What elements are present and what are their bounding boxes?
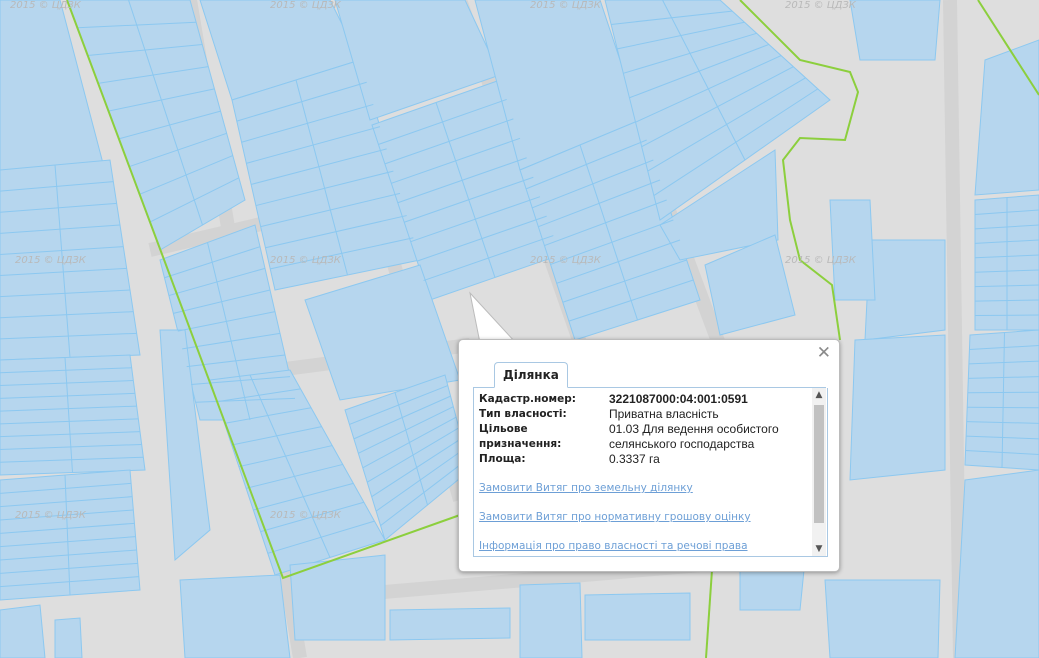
parcel-block xyxy=(824,579,941,658)
parcel-block xyxy=(0,469,141,601)
field-row-area: Площа: 0.3337 га xyxy=(479,452,807,467)
parcel-block xyxy=(179,574,291,658)
parcel-block xyxy=(954,469,1039,658)
tab-parcel[interactable]: Ділянка xyxy=(494,362,568,388)
chevron-up-icon[interactable]: ▲ xyxy=(812,388,826,402)
parcel-details: Кадастр.номер: 3221087000:04:001:0591 Ти… xyxy=(479,392,807,554)
field-row-ownership: Тип власності: Приватна власність xyxy=(479,407,807,422)
field-value: 0.3337 га xyxy=(609,452,660,466)
parcel-block xyxy=(54,617,83,658)
field-row-cadastral: Кадастр.номер: 3221087000:04:001:0591 xyxy=(479,392,807,407)
watermark-text: 2015 © ЦДЗК xyxy=(15,510,87,521)
parcel-block xyxy=(0,604,46,658)
parcel-block xyxy=(389,607,511,641)
field-label: Цільове призначення: xyxy=(479,423,562,450)
parcel-block xyxy=(0,354,146,476)
parcel-block xyxy=(519,582,583,658)
watermark-text: 2015 © ЦДЗК xyxy=(270,510,342,521)
watermark-text: 2015 © ЦДЗК xyxy=(10,0,82,11)
field-label: Кадастр.номер: xyxy=(479,393,576,405)
field-row-purpose: Цільове призначення: 01.03 Для ведення о… xyxy=(479,422,807,452)
parcel-info-panel: Кадастр.номер: 3221087000:04:001:0591 Ти… xyxy=(473,388,828,557)
watermark-text: 2015 © ЦДЗК xyxy=(785,0,857,11)
parcel-block xyxy=(849,0,941,61)
field-value: 3221087000:04:001:0591 xyxy=(609,392,748,406)
order-valuation-extract-link[interactable]: Замовити Витяг про нормативну грошову оц… xyxy=(479,510,807,525)
field-label: Тип власності: xyxy=(479,408,567,420)
parcel-info-popup: ✕ Ділянка Кадастр.номер: 3221087000:04:0… xyxy=(458,339,840,572)
scrollbar[interactable]: ▲ ▼ xyxy=(812,388,826,556)
watermark-text: 2015 © ЦДЗК xyxy=(785,255,857,266)
ownership-rights-link[interactable]: Інформація про право власності та речові… xyxy=(479,539,807,554)
parcel-block xyxy=(864,239,946,341)
watermark-text: 2015 © ЦДЗК xyxy=(530,255,602,266)
watermark-text: 2015 © ЦДЗК xyxy=(15,255,87,266)
field-value: 01.03 Для ведення особистого селянського… xyxy=(609,422,779,451)
parcel-block xyxy=(829,199,876,301)
field-label: Площа: xyxy=(479,453,526,465)
field-value: Приватна власність xyxy=(609,407,719,421)
parcel-block xyxy=(974,39,1039,196)
parcel-block xyxy=(289,554,386,641)
order-land-extract-link[interactable]: Замовити Витяг про земельну ділянку xyxy=(479,481,807,496)
chevron-down-icon[interactable]: ▼ xyxy=(812,542,826,556)
close-icon[interactable]: ✕ xyxy=(817,344,831,362)
watermark-text: 2015 © ЦДЗК xyxy=(530,0,602,11)
watermark-text: 2015 © ЦДЗК xyxy=(270,0,342,11)
parcel-block xyxy=(849,334,946,481)
parcel-block xyxy=(584,592,691,641)
watermark-text: 2015 © ЦДЗК xyxy=(270,255,342,266)
road xyxy=(943,0,967,658)
scrollbar-thumb[interactable] xyxy=(814,405,824,523)
